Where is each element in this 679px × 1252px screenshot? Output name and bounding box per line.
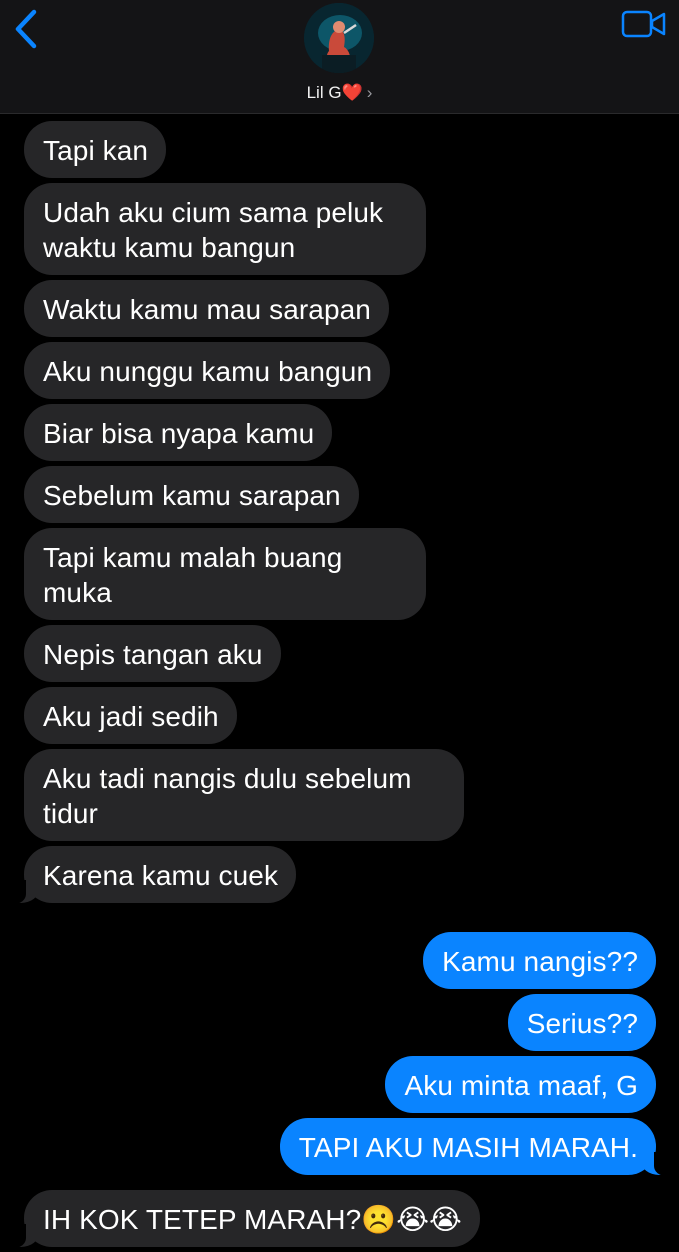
heart-emoji: ❤️ — [341, 83, 363, 102]
incoming-message-bubble[interactable]: Biar bisa nyapa kamu — [24, 404, 333, 461]
message-row-incoming: Udah aku cium sama peluk waktu kamu bang… — [0, 183, 679, 275]
incoming-message-bubble[interactable]: Karena kamu cuek — [11, 846, 297, 904]
message-row-outgoing: Kamu nangis?? — [0, 932, 679, 989]
contact-name-row[interactable]: Lil G❤️ › — [0, 83, 679, 103]
incoming-message-bubble[interactable]: Udah aku cium sama peluk waktu kamu bang… — [24, 183, 426, 275]
incoming-message-bubble[interactable]: Waktu kamu mau sarapan — [24, 280, 389, 337]
incoming-message-bubble[interactable]: IH KOK TETEP MARAH?☹️😭😭 — [12, 1190, 480, 1248]
incoming-message-bubble[interactable]: Aku jadi sedih — [24, 687, 237, 744]
message-thread[interactable]: Tapi kan Udah aku cium sama peluk waktu … — [0, 121, 679, 1252]
chevron-left-icon[interactable] — [10, 8, 42, 50]
video-camera-icon[interactable] — [621, 9, 667, 39]
message-row-incoming: Aku nunggu kamu bangun — [0, 342, 679, 399]
message-row-incoming: Biar bisa nyapa kamu — [0, 404, 679, 461]
chevron-right-icon: › — [366, 83, 373, 102]
outgoing-message-bubble[interactable]: TAPI AKU MASIH MARAH. — [279, 1118, 669, 1176]
message-row-incoming: Aku jadi sedih — [0, 687, 679, 744]
outgoing-message-bubble[interactable]: Kamu nangis?? — [423, 932, 656, 989]
message-row-outgoing: TAPI AKU MASIH MARAH. — [0, 1118, 679, 1176]
message-row-outgoing: Aku minta maaf, G — [0, 1056, 679, 1113]
contact-name: Lil G — [306, 83, 342, 102]
message-row-outgoing: Serius?? — [0, 994, 679, 1051]
incoming-message-bubble[interactable]: Sebelum kamu sarapan — [24, 466, 359, 523]
incoming-message-bubble[interactable]: Tapi kamu malah buang muka — [24, 528, 426, 620]
message-row-incoming: Tapi kan — [0, 121, 679, 178]
message-row-incoming: Aku tadi nangis dulu sebelum tidur — [0, 749, 679, 841]
message-row-incoming: Waktu kamu mau sarapan — [0, 280, 679, 337]
message-row-incoming: Sebelum kamu sarapan — [0, 466, 679, 523]
message-row-incoming: Tapi kamu malah buang muka — [0, 528, 679, 620]
outgoing-message-bubble[interactable]: Serius?? — [507, 994, 656, 1051]
outgoing-message-bubble[interactable]: Aku minta maaf, G — [385, 1056, 656, 1113]
incoming-message-bubble[interactable]: Tapi kan — [24, 121, 167, 178]
conversation-header: Lil G❤️ › — [0, 0, 679, 114]
incoming-message-bubble[interactable]: Aku tadi nangis dulu sebelum tidur — [24, 749, 464, 841]
message-row-incoming: Karena kamu cuek — [0, 846, 679, 904]
message-row-incoming: IH KOK TETEP MARAH?☹️😭😭 — [0, 1190, 679, 1248]
message-row-incoming: Nepis tangan aku — [0, 625, 679, 682]
incoming-message-bubble[interactable]: Nepis tangan aku — [24, 625, 281, 682]
contact-avatar[interactable] — [304, 3, 374, 73]
incoming-message-bubble[interactable]: Aku nunggu kamu bangun — [24, 342, 391, 399]
